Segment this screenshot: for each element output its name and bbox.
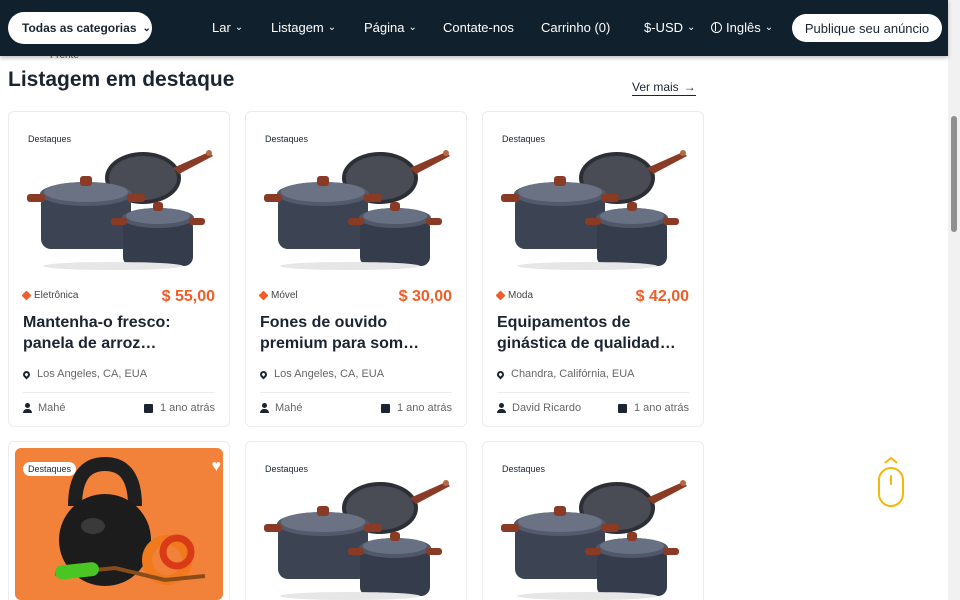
date-label: 1 ano atrás — [159, 402, 215, 414]
listing-location: Chandra, Califórnia, EUA — [495, 368, 635, 380]
user-icon — [497, 403, 506, 413]
featured-badge: Destaques — [260, 462, 314, 476]
language-label: Inglês — [726, 20, 761, 35]
listing-category[interactable]: Eletrônica — [21, 290, 79, 301]
listing-title[interactable]: Equipamentos de ginástica de qualidad… — [497, 312, 693, 354]
page-scrollbar[interactable] — [948, 0, 960, 600]
scrollbar-thumb[interactable] — [951, 116, 957, 232]
card-divider — [260, 392, 452, 393]
category-label: Móvel — [271, 290, 298, 301]
location-pin-icon — [258, 369, 269, 379]
globe-icon — [711, 22, 722, 33]
listing-card[interactable]: Destaques — [482, 441, 704, 600]
currency-select[interactable]: $-USD ⌄ — [644, 20, 695, 35]
user-icon — [260, 403, 269, 413]
featured-badge: Destaques — [23, 462, 77, 476]
category-label: Moda — [508, 290, 534, 301]
nav-item-label: Lar — [212, 20, 231, 35]
heart-icon[interactable]: ♥ — [212, 458, 222, 476]
nav-item-label: Carrinho (0) — [541, 20, 611, 35]
listing-card[interactable]: Destaques — [245, 441, 467, 600]
author-label: Mahé — [275, 402, 303, 414]
chevron-down-icon: ⌄ — [687, 22, 696, 33]
category-select[interactable]: Todas as categorias ⌄ — [8, 12, 152, 44]
listing-location: Los Angeles, CA, EUA — [258, 368, 385, 380]
location-pin-icon — [495, 369, 506, 379]
chevron-down-icon: ⌄ — [142, 22, 151, 34]
calendar-icon — [617, 403, 627, 413]
nav-item-contact[interactable]: Contate-nos — [443, 20, 514, 35]
card-divider — [23, 392, 215, 393]
nav-item-home[interactable]: Lar ⌄ — [212, 20, 243, 35]
calendar-icon — [380, 403, 390, 413]
listing-date: 1 ano atrás — [380, 402, 452, 414]
author-label: Mahé — [38, 402, 66, 414]
listing-card[interactable]: Destaques Eletrônica $ 55,00 Mantenha-o … — [8, 111, 230, 427]
arrow-right-icon: → — [683, 80, 696, 94]
featured-badge: Destaques — [497, 462, 551, 476]
listing-category[interactable]: Moda — [495, 290, 534, 301]
scroll-mouse-icon[interactable] — [877, 456, 905, 508]
listing-author[interactable]: David Ricardo — [497, 402, 581, 414]
language-select[interactable]: Inglês ⌄ — [711, 20, 773, 35]
chevron-down-icon: ⌄ — [408, 22, 417, 33]
nav-item-page[interactable]: Página ⌄ — [364, 20, 417, 35]
listing-title[interactable]: Fones de ouvido premium para som… — [260, 312, 456, 354]
user-icon — [23, 403, 32, 413]
featured-badge: Destaques — [497, 132, 551, 146]
listing-date: 1 ano atrás — [143, 402, 215, 414]
top-navbar: Todas as categorias ⌄ Lar ⌄ Listagem ⌄ P… — [0, 0, 948, 56]
chevron-down-icon: ⌄ — [327, 22, 337, 33]
location-pin-icon — [21, 369, 32, 379]
card-divider — [497, 392, 689, 393]
listing-card[interactable]: Destaques ♥ — [8, 441, 230, 600]
nav-item-label: Contate-nos — [443, 20, 514, 35]
listing-date: 1 ano atrás — [617, 402, 689, 414]
listing-price: $ 30,00 — [398, 288, 452, 305]
tag-icon — [258, 290, 269, 301]
category-label: Eletrônica — [34, 290, 79, 301]
see-more-label: Ver mais — [632, 80, 679, 94]
nav-item-cart[interactable]: Carrinho (0) — [541, 20, 610, 35]
listing-category[interactable]: Móvel — [258, 290, 298, 301]
section-title: Listagem em destaque — [8, 68, 235, 91]
nav-item-label: Página — [364, 20, 405, 35]
listing-author[interactable]: Mahé — [260, 402, 303, 414]
location-label: Los Angeles, CA, EUA — [274, 368, 385, 380]
nav-item-listing[interactable]: Listagem ⌄ — [271, 20, 336, 35]
location-label: Los Angeles, CA, EUA — [37, 368, 148, 380]
featured-badge: Destaques — [260, 132, 314, 146]
tag-icon — [21, 290, 32, 301]
listing-author[interactable]: Mahé — [23, 402, 66, 414]
chevron-down-icon: ⌄ — [764, 22, 774, 33]
post-ad-button[interactable]: Publique seu anúncio — [792, 14, 942, 42]
listing-price: $ 55,00 — [161, 288, 215, 305]
listing-card[interactable]: Destaques Móvel $ 30,00 Fones de ouvido … — [245, 111, 467, 427]
see-more-link[interactable]: Ver mais → — [632, 80, 696, 96]
currency-label: $-USD — [644, 20, 684, 35]
listing-price: $ 42,00 — [635, 288, 689, 305]
tag-icon — [495, 290, 506, 301]
location-label: Chandra, Califórnia, EUA — [511, 368, 635, 380]
featured-badge: Destaques — [23, 132, 77, 146]
date-label: 1 ano atrás — [633, 402, 689, 414]
date-label: 1 ano atrás — [396, 402, 452, 414]
calendar-icon — [143, 403, 153, 413]
chevron-down-icon: ⌄ — [234, 22, 244, 33]
listing-title[interactable]: Mantenha-o fresco: panela de arroz… — [23, 312, 219, 354]
author-label: David Ricardo — [512, 402, 582, 414]
listing-card[interactable]: Destaques Moda $ 42,00 Equipamentos de g… — [482, 111, 704, 427]
category-select-label: Todas as categorias — [22, 21, 137, 35]
nav-item-label: Listagem — [271, 20, 324, 35]
listing-location: Los Angeles, CA, EUA — [21, 368, 148, 380]
